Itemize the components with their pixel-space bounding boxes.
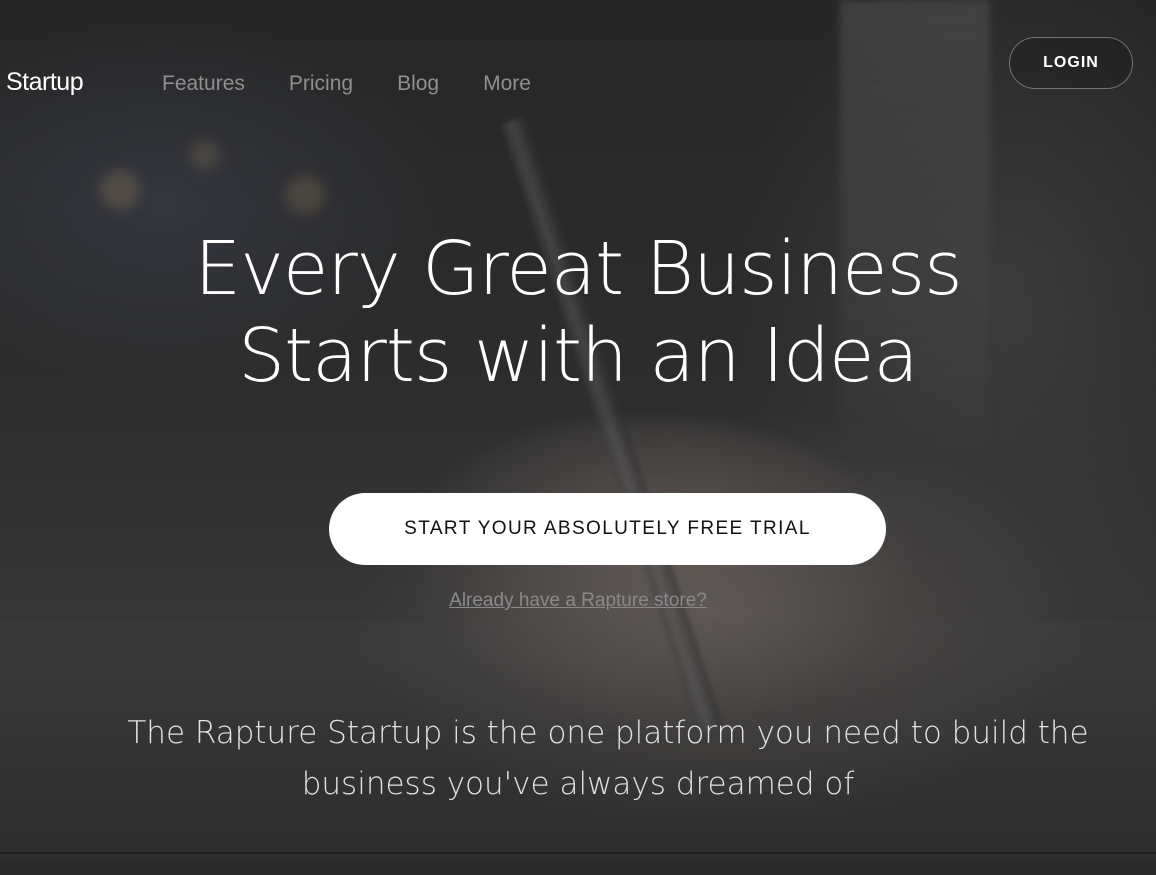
store-link-container: Already have a Rapture store? [0, 590, 1156, 612]
hero-headline: Every Great Business Starts with an Idea [0, 226, 1156, 400]
nav-item-features[interactable]: Features [162, 72, 245, 96]
background-divider [0, 852, 1156, 854]
background-light [190, 140, 220, 170]
free-trial-button[interactable]: START YOUR ABSOLUTELY FREE TRIAL [329, 493, 886, 565]
background-light [100, 170, 140, 210]
background-hand [400, 420, 920, 740]
background-light [285, 175, 325, 215]
login-button[interactable]: LOGIN [1009, 37, 1133, 89]
nav-item-more[interactable]: More [483, 72, 531, 96]
main-nav: Features Pricing Blog More [162, 72, 531, 96]
background-pen [500, 115, 724, 733]
nav-item-pricing[interactable]: Pricing [289, 72, 353, 96]
headline-line-2: Starts with an Idea [238, 313, 919, 399]
tagline-line-2: business you've always dreamed of [301, 766, 855, 802]
hero-section: Startup Features Pricing Blog More LOGIN… [0, 0, 1156, 875]
hero-tagline: The Rapture Startup is the one platform … [0, 708, 1156, 810]
tagline-line-1: The Rapture Startup is the one platform … [127, 715, 1089, 751]
existing-store-link[interactable]: Already have a Rapture store? [449, 590, 707, 611]
nav-item-blog[interactable]: Blog [397, 72, 439, 96]
headline-line-1: Every Great Business [194, 226, 962, 312]
brand-logo[interactable]: Startup [6, 68, 84, 97]
